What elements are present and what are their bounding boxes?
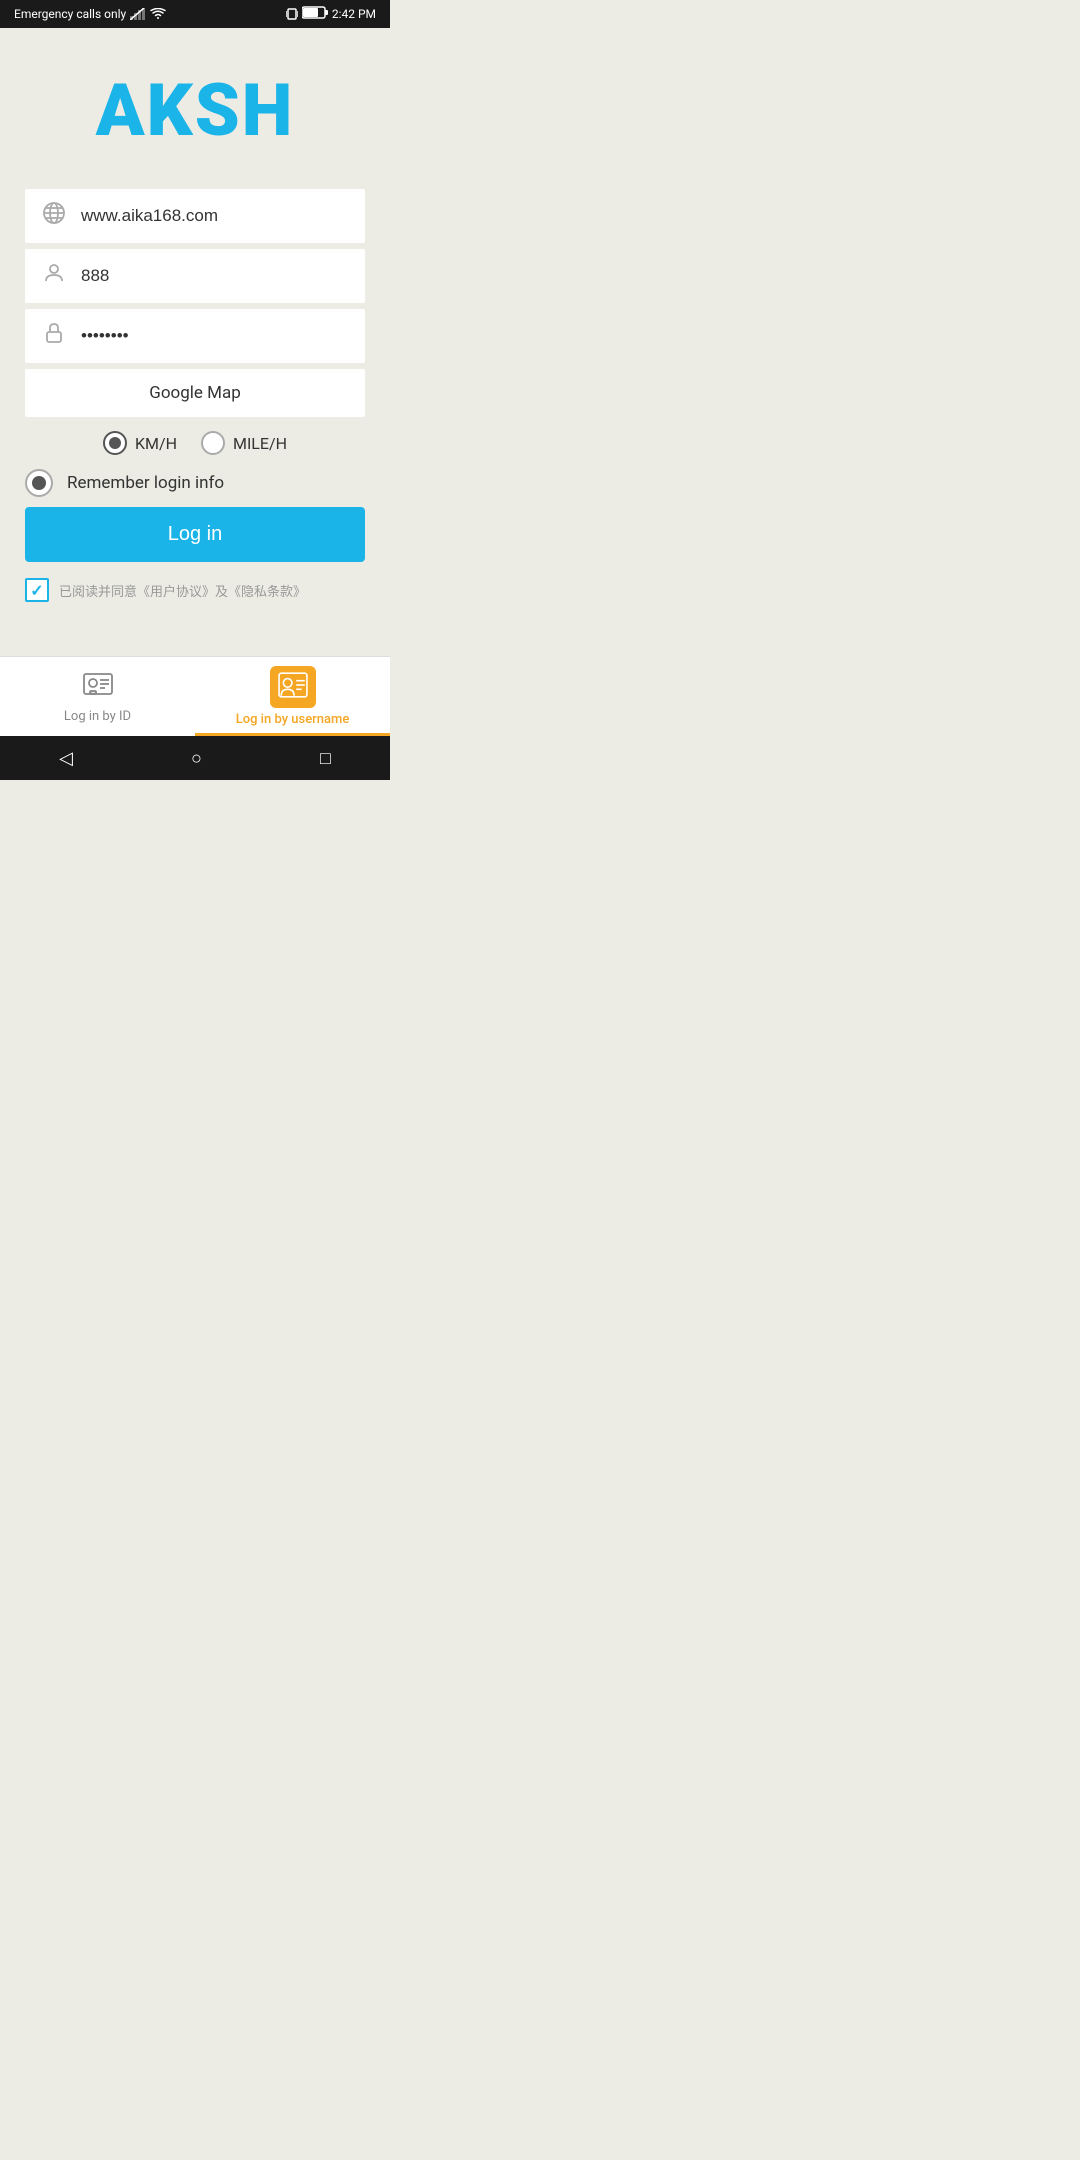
username-row — [25, 249, 365, 303]
remember-label: Remember login info — [67, 473, 224, 493]
status-right: 2:42 PM — [286, 6, 376, 22]
tab-login-by-id-label: Log in by ID — [64, 709, 131, 724]
active-tab-indicator — [195, 733, 390, 736]
kmh-option[interactable]: KM/H — [103, 431, 177, 455]
person-icon — [41, 261, 67, 291]
lock-icon — [41, 321, 67, 351]
status-bar: Emergency calls only — [0, 0, 390, 28]
mileh-option[interactable]: MILE/H — [201, 431, 287, 455]
globe-icon — [41, 201, 67, 231]
password-row — [25, 309, 365, 363]
password-input[interactable] — [81, 326, 349, 346]
vibrate-icon — [286, 7, 298, 21]
map-type-selector[interactable]: Google Map — [25, 369, 365, 417]
status-left: Emergency calls only — [14, 7, 166, 21]
agreement-row: ✓ 已阅读并同意《用户协议》及《隐私条款》 — [25, 578, 365, 602]
tab-login-by-id[interactable]: ID Log in by ID — [0, 657, 195, 736]
input-section: Google Map — [25, 189, 365, 421]
nav-home-button[interactable]: ○ — [171, 742, 222, 775]
kmh-label: KM/H — [135, 434, 177, 453]
battery-icon — [302, 6, 328, 19]
mileh-radio[interactable] — [201, 431, 225, 455]
map-type-label: Google Map — [149, 383, 241, 403]
main-content: AKSH — [0, 28, 390, 656]
speed-unit-row: KM/H MILE/H — [25, 431, 365, 455]
kmh-radio[interactable] — [103, 431, 127, 455]
tab-active-wrapper — [270, 666, 316, 708]
tab-login-by-username[interactable]: Log in by username — [195, 657, 390, 736]
tab-login-by-username-label: Log in by username — [236, 712, 350, 727]
status-time: 2:42 PM — [332, 7, 376, 21]
wifi-icon — [150, 8, 166, 20]
contact-icon — [278, 670, 308, 704]
checkmark-icon: ✓ — [30, 581, 43, 600]
nav-back-button[interactable]: ◁ — [39, 742, 93, 775]
remember-row: Remember login info — [25, 469, 365, 497]
agreement-checkbox[interactable]: ✓ — [25, 578, 49, 602]
status-carrier: Emergency calls only — [14, 7, 126, 21]
svg-text:ID: ID — [91, 690, 95, 695]
tab-bar: ID Log in by ID Log in by username — [0, 656, 390, 736]
mileh-label: MILE/H — [233, 434, 287, 453]
battery-indicator — [302, 6, 328, 22]
nav-recent-button[interactable]: □ — [300, 742, 351, 775]
agreement-text: 已阅读并同意《用户协议》及《隐私条款》 — [59, 581, 306, 600]
id-card-icon: ID — [83, 670, 113, 705]
remember-radio[interactable] — [25, 469, 53, 497]
server-url-row — [25, 189, 365, 243]
login-button[interactable]: Log in — [25, 507, 365, 562]
nav-bar: ◁ ○ □ — [0, 736, 390, 780]
signal-icon — [130, 8, 146, 20]
server-url-input[interactable] — [81, 206, 349, 226]
username-input[interactable] — [81, 266, 349, 286]
app-logo: AKSH — [96, 68, 295, 153]
